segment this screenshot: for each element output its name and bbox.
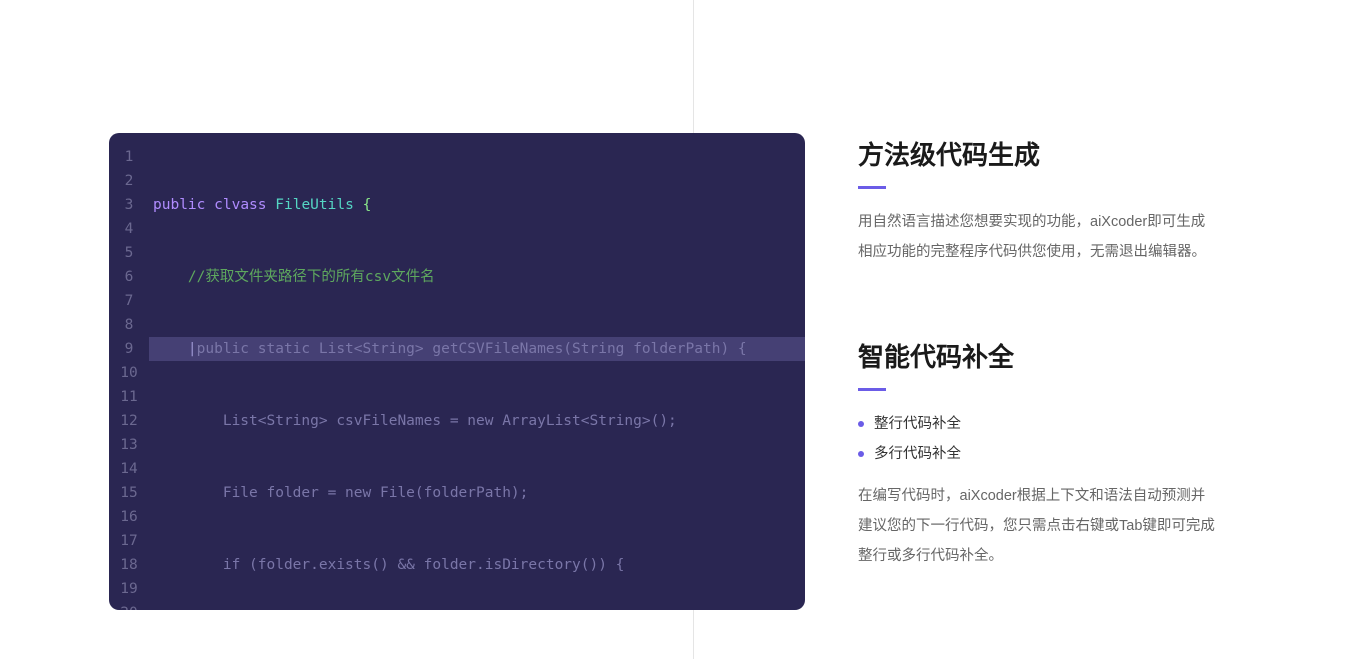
- bullet-dot-icon: [858, 421, 864, 427]
- line-number-gutter: 1234567891011121314151617181920: [109, 145, 149, 610]
- code-line-4: List<String> csvFileNames = new ArrayLis…: [149, 409, 805, 433]
- code-content: public clvass FileUtils { //获取文件夹路径下的所有c…: [149, 145, 805, 610]
- section-text-2: 在编写代码时，aiXcoder根据上下文和语法自动预测并建议您的下一行代码，您只…: [858, 481, 1218, 571]
- section-title-1: 方法级代码生成: [858, 135, 1218, 172]
- bullet-list: 整行代码补全 多行代码补全: [858, 409, 1218, 469]
- section-title-2: 智能代码补全: [858, 337, 1218, 374]
- code-line-3: |public static List<String> getCSVFileNa…: [149, 337, 805, 361]
- code-editor: 1234567891011121314151617181920 public c…: [109, 133, 805, 610]
- code-line-6: if (folder.exists() && folder.isDirector…: [149, 553, 805, 577]
- code-line-2: //获取文件夹路径下的所有csv文件名: [149, 265, 805, 289]
- title-underline: [858, 186, 886, 189]
- code-line-1: public clvass FileUtils {: [149, 193, 805, 217]
- code-line-5: File folder = new File(folderPath);: [149, 481, 805, 505]
- section-method-generation: 方法级代码生成 用自然语言描述您想要实现的功能，aiXcoder即可生成相应功能…: [858, 135, 1218, 267]
- section-text-1: 用自然语言描述您想要实现的功能，aiXcoder即可生成相应功能的完整程序代码供…: [858, 207, 1218, 267]
- bullet-item-1: 整行代码补全: [858, 409, 1218, 439]
- bullet-item-2: 多行代码补全: [858, 439, 1218, 469]
- right-column: 方法级代码生成 用自然语言描述您想要实现的功能，aiXcoder即可生成相应功能…: [858, 135, 1218, 571]
- title-underline: [858, 388, 886, 391]
- section-code-completion: 智能代码补全 整行代码补全 多行代码补全 在编写代码时，aiXcoder根据上下…: [858, 337, 1218, 571]
- bullet-dot-icon: [858, 451, 864, 457]
